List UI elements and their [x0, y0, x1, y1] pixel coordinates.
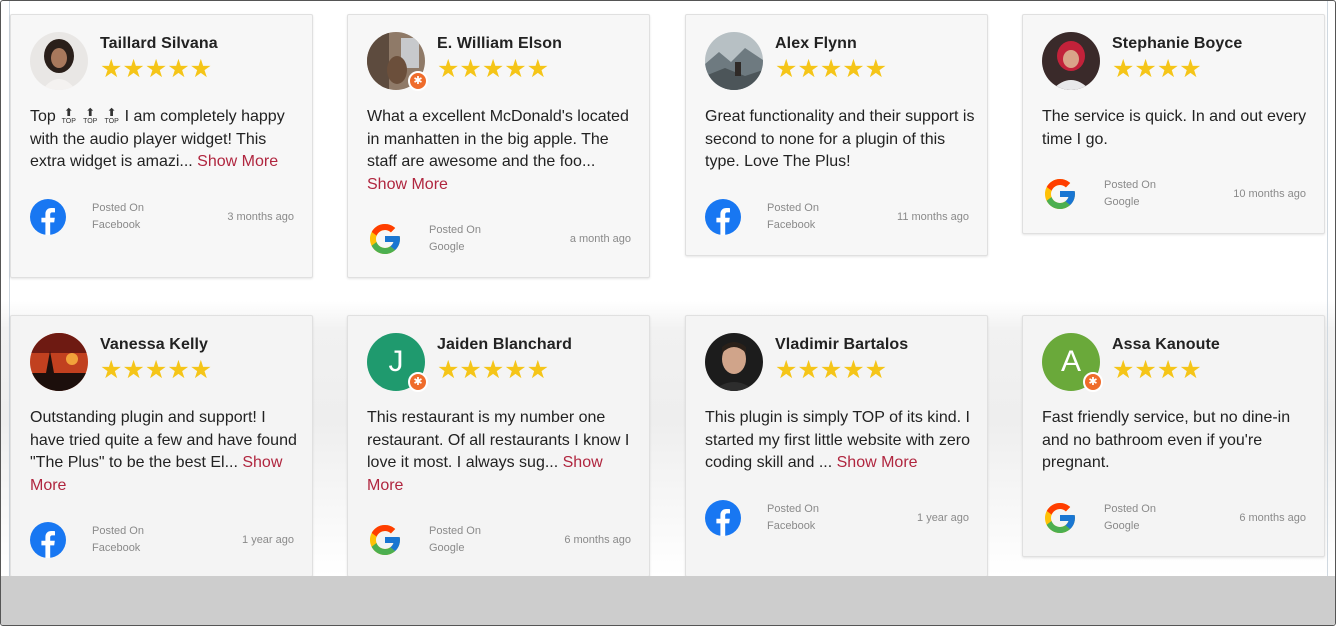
star-rating: ★★★★★: [100, 356, 213, 384]
review-source: Google: [1104, 196, 1140, 209]
google-badge-icon: ✱: [408, 71, 428, 91]
review-text: This restaurant is my number one restaur…: [367, 407, 637, 497]
review-source: Google: [429, 542, 465, 555]
review-card: ✱ E. William Elson ★★★★★ What a excellen…: [347, 14, 650, 278]
avatar: J ✱: [367, 333, 428, 392]
reviewer-name: Alex Flynn: [775, 35, 857, 52]
review-card: A ✱ Assa Kanoute ★★★★ Fast friendly serv…: [1022, 315, 1325, 557]
star-rating: ★★★★★: [437, 55, 550, 83]
review-text-body: Fast friendly service, but no dine-in an…: [1042, 409, 1291, 472]
review-source: Google: [429, 241, 465, 254]
reviewer-name: Assa Kanoute: [1112, 336, 1220, 353]
review-card: Taillard Silvana ★★★★★ Top ⬆ TOP ⬆ TOP ⬆ TO…: [10, 14, 313, 278]
review-source: Facebook: [92, 218, 141, 231]
reviewer-name: E. William Elson: [437, 35, 563, 52]
facebook-icon: [705, 499, 741, 536]
posted-label: Posted On: [1104, 502, 1156, 515]
review-text-prefix: Top: [30, 108, 56, 125]
avatar: [30, 333, 88, 391]
review-date: 6 months ago: [564, 534, 631, 547]
google-badge-icon: ✱: [408, 372, 428, 392]
review-text-body: What a excellent McDonald's located in m…: [367, 108, 629, 171]
posted-label: Posted On: [429, 224, 481, 237]
show-more-link[interactable]: Show More: [367, 176, 448, 193]
google-icon: [1045, 502, 1075, 533]
review-card: J ✱ Jaiden Blanchard ★★★★★ This restaura…: [347, 315, 650, 577]
posted-label: Posted On: [767, 201, 819, 214]
review-grid-frame: Taillard Silvana ★★★★★ Top ⬆ TOP ⬆ TOP ⬆ TO…: [0, 0, 1336, 626]
avatar: A ✱: [1042, 333, 1103, 392]
avatar: ✱: [367, 32, 428, 91]
bottom-band: [1, 576, 1335, 625]
review-source: Facebook: [767, 218, 816, 231]
star-rating: ★★★★★: [437, 356, 550, 384]
star-rating: ★★★★★: [100, 55, 213, 83]
posted-label: Posted On: [92, 201, 144, 214]
reviewer-name: Stephanie Boyce: [1112, 35, 1243, 52]
top-icon: ⬆ TOP: [61, 107, 76, 126]
review-date: 3 months ago: [227, 210, 294, 223]
review-date: 11 months ago: [897, 210, 969, 223]
review-text: Fast friendly service, but no dine-in an…: [1042, 407, 1312, 475]
review-date: 1 year ago: [917, 511, 969, 524]
reviewer-name: Vladimir Bartalos: [775, 336, 909, 353]
divider-right: [1327, 1, 1328, 576]
review-text-body: Great functionality and their support is…: [705, 108, 975, 171]
review-card: Vladimir Bartalos ★★★★★ This plugin is s…: [685, 315, 988, 577]
review-text: The service is quick. In and out every t…: [1042, 106, 1312, 151]
facebook-icon: [30, 522, 66, 559]
review-text: This plugin is simply TOP of its kind. I…: [705, 407, 975, 475]
review-card: Stephanie Boyce ★★★★ The service is quic…: [1022, 14, 1325, 234]
review-text-body: The service is quick. In and out every t…: [1042, 108, 1307, 148]
star-rating: ★★★★: [1112, 356, 1202, 384]
google-icon: [370, 224, 400, 255]
review-text: Top ⬆ TOP ⬆ TOP ⬆ TOP I am completely happy…: [30, 106, 300, 174]
review-text: What a excellent McDonald's located in m…: [367, 106, 637, 196]
reviewer-name: Taillard Silvana: [100, 35, 218, 52]
avatar: [30, 32, 88, 90]
review-date: 6 months ago: [1239, 511, 1306, 524]
posted-label: Posted On: [1104, 179, 1156, 192]
review-date: a month ago: [569, 233, 631, 246]
top-icon: ⬆ TOP: [104, 107, 119, 126]
review-text: Great functionality and their support is…: [705, 106, 975, 174]
review-text: Outstanding plugin and support! I have t…: [30, 407, 300, 497]
google-icon: [370, 525, 400, 556]
posted-label: Posted On: [767, 502, 819, 515]
review-source: Facebook: [767, 519, 816, 532]
review-date: 10 months ago: [1233, 188, 1306, 201]
star-rating: ★★★★: [1112, 55, 1202, 83]
google-icon: [1045, 179, 1075, 210]
show-more-link[interactable]: Show More: [837, 454, 918, 471]
review-date: 1 year ago: [242, 534, 294, 547]
posted-label: Posted On: [429, 525, 481, 538]
review-card: Vanessa Kelly ★★★★★ Outstanding plugin a…: [10, 315, 313, 577]
star-rating: ★★★★★: [775, 55, 888, 83]
google-badge-icon: ✱: [1083, 372, 1103, 392]
review-source: Facebook: [92, 542, 141, 555]
top-icon: ⬆ TOP: [83, 107, 98, 126]
show-more-link[interactable]: Show More: [197, 153, 278, 170]
star-rating: ★★★★★: [775, 356, 888, 384]
avatar: [705, 32, 763, 90]
facebook-icon: [30, 198, 66, 235]
avatar: [705, 333, 763, 391]
avatar: [1042, 32, 1100, 90]
posted-label: Posted On: [92, 525, 144, 538]
reviewer-name: Vanessa Kelly: [100, 336, 209, 353]
facebook-icon: [705, 198, 741, 235]
reviewer-name: Jaiden Blanchard: [437, 336, 572, 353]
review-source: Google: [1104, 519, 1140, 532]
review-card: Alex Flynn ★★★★★ Great functionality and…: [685, 14, 988, 256]
